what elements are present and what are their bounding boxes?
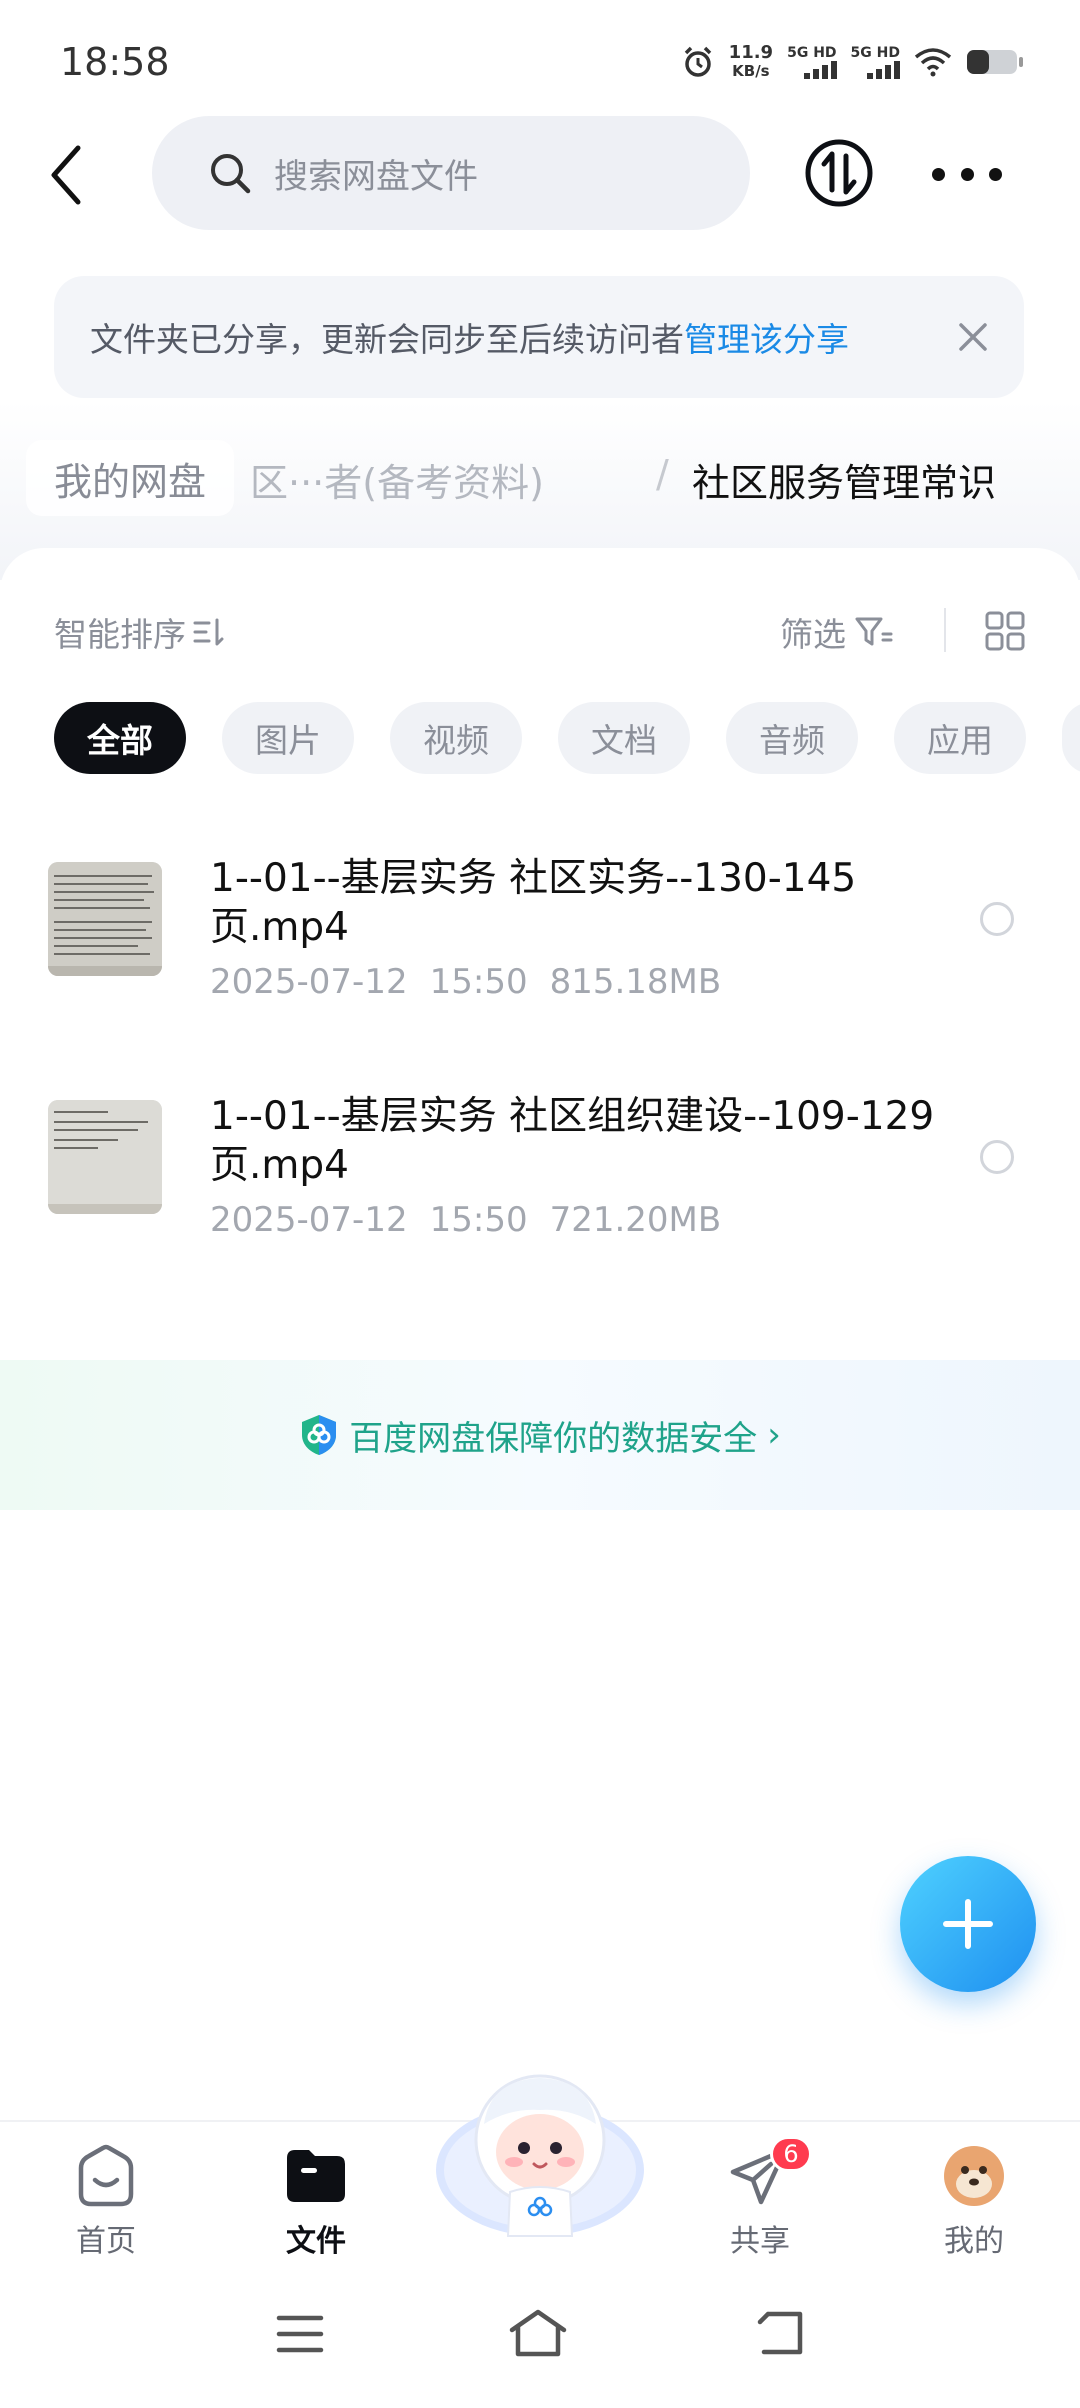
breadcrumb-middle[interactable]: 区···者(备考资料) [250,452,544,507]
select-checkbox[interactable] [980,902,1014,936]
alarm-icon [684,46,711,77]
menu-icon[interactable] [276,2314,324,2354]
back-arrow-icon[interactable] [40,140,100,210]
security-text: 百度网盘保障你的数据安全 [349,1418,758,1459]
select-checkbox[interactable] [980,1140,1014,1174]
status-icons: 11.9 KB/s 5G HD 5G HD [681,44,1024,80]
toolbar-divider [944,608,946,652]
mascot-icon[interactable] [430,2060,650,2240]
shield-icon [302,1415,337,1455]
manage-share-link[interactable]: 管理该分享 [684,313,849,361]
system-nav-bar [0,2290,1080,2408]
file-date: 2025-07-12 [210,1200,408,1240]
tab-documents[interactable]: 文档 [558,702,690,774]
transfer-icon[interactable] [804,138,874,208]
status-time: 18:58 [60,40,170,84]
signal-icon [803,61,837,79]
more-icon[interactable] [932,154,1002,194]
avatar-icon [944,2146,1004,2206]
sim1-label: 5G HD [787,45,837,61]
search-placeholder: 搜索网盘文件 [274,156,478,197]
top-bar: 搜索网盘文件 [0,116,1080,232]
nav-share[interactable]: 6 共享 [690,2136,830,2260]
tab-all[interactable]: 全部 [54,702,186,774]
net-speed-unit: KB/s [732,62,770,80]
category-tabs: 全部 图片 视频 文档 音频 应用 [54,702,1026,774]
wifi-icon [914,48,952,77]
tab-videos[interactable]: 视频 [390,702,522,774]
file-meta: 2025-07-12 15:50 815.18MB [210,962,743,1002]
nav-files[interactable]: 文件 [246,2144,386,2260]
filter-icon [855,617,893,646]
signal-icon [867,61,900,79]
video-thumbnail [48,862,162,976]
nav-home-label: 首页 [76,2224,136,2259]
folder-icon [287,2150,345,2202]
nav-home[interactable]: 首页 [36,2144,176,2260]
file-date: 2025-07-12 [210,962,408,1002]
file-list-item[interactable]: 1--01--基层实务 社区组织建设--109-129页.mp4 2025-07… [0,1094,1080,1300]
nav-files-label: 文件 [286,2224,346,2259]
breadcrumb-current: 社区服务管理常识 [692,461,997,505]
home-icon [78,2144,134,2207]
file-list-item[interactable]: 1--01--基层实务 社区实务--130-145页.mp4 2025-07-1… [0,856,1080,1062]
back-nav-icon[interactable] [756,2310,806,2356]
file-name: 1--01--基层实务 社区实务--130-145页.mp4 [210,856,857,950]
sort-icon [193,618,224,646]
plus-icon [943,1899,993,1949]
signal-sim2: 5G HD [851,45,900,79]
tab-apps[interactable]: 应用 [894,702,1026,774]
battery-icon [967,50,1023,74]
file-size: 815.18MB [549,962,722,1002]
close-icon[interactable] [956,320,990,354]
file-time: 15:50 [429,962,528,1002]
grid-view-icon[interactable] [984,610,1026,652]
filter-button[interactable]: 筛选 [780,608,894,656]
add-button[interactable] [900,1856,1036,1992]
search-input[interactable]: 搜索网盘文件 [152,116,750,230]
file-meta: 2025-07-12 15:50 721.20MB [210,1200,743,1240]
filter-label: 筛选 [780,615,846,654]
nav-me[interactable]: 我的 [904,2144,1044,2260]
home-nav-icon[interactable] [508,2308,568,2358]
share-banner-text: 文件夹已分享，更新会同步至后续访问者 [90,320,684,359]
tab-images[interactable]: 图片 [222,702,354,774]
share-banner: 文件夹已分享，更新会同步至后续访问者 管理该分享 [54,276,1024,398]
net-speed: 11.9 KB/s [728,42,774,81]
tab-audio[interactable]: 音频 [726,702,858,774]
nav-share-label: 共享 [730,2224,790,2259]
nav-me-label: 我的 [944,2224,1004,2259]
chevron-right-icon: › [767,1415,781,1455]
signal-sim1: 5G HD [787,45,837,79]
video-thumbnail [48,1100,162,1214]
search-icon [211,154,251,194]
file-time: 15:50 [429,1200,528,1240]
sim2-label: 5G HD [850,45,900,61]
share-badge: 6 [770,2136,812,2172]
sort-button[interactable]: 智能排序 [54,608,226,656]
breadcrumb-root[interactable]: 我的网盘 [26,440,235,516]
breadcrumb-separator: / [656,452,669,496]
file-size: 721.20MB [549,1200,722,1240]
status-bar: 18:58 11.9 KB/s 5G HD 5G HD [0,0,1080,130]
net-speed-value: 11.9 [728,42,774,63]
security-banner[interactable]: 百度网盘保障你的数据安全 › [0,1360,1080,1510]
sort-label: 智能排序 [54,615,186,654]
file-name: 1--01--基层实务 社区组织建设--109-129页.mp4 [210,1094,935,1188]
